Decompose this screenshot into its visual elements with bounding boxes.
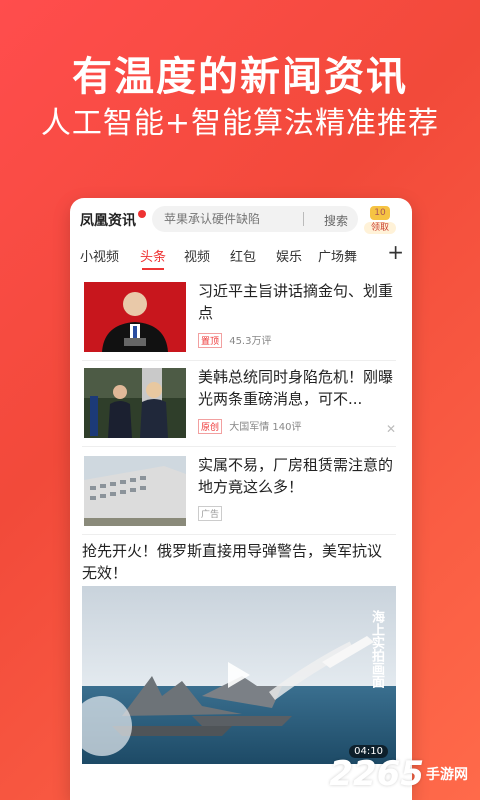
pin-tag: 置顶 <box>198 333 223 348</box>
promo-banner: 有温度的新闻资讯 人工智能+智能算法精准推荐 <box>0 0 480 200</box>
tab-small-video[interactable]: 小视频 <box>80 246 119 265</box>
phone-screen: 凤凰资讯 搜索 10 领取 小视频 头条 视频 红包 娱乐 广场舞 + 习近平主… <box>70 198 412 800</box>
reward-label: 领取 <box>364 222 396 234</box>
comment-count: 140评 <box>272 422 302 433</box>
portrait-photo <box>84 282 186 352</box>
watermark-suffix: 手游网 <box>426 767 468 783</box>
feed-item[interactable]: 美韩总统同时身陷危机！刚曝光两条重磅消息，可不... 原创 大国军情 140评 … <box>82 362 396 446</box>
ad-tag: 广告 <box>198 506 223 521</box>
feed-title: 习近平主旨讲话摘金句、划重点 <box>198 282 394 322</box>
search-divider <box>303 212 304 226</box>
original-tag: 原创 <box>198 419 223 434</box>
add-tab-icon[interactable]: + <box>387 240 404 264</box>
feed-title: 美韩总统同时身陷危机！刚曝光两条重磅消息，可不... <box>198 368 394 408</box>
tab-red-packet[interactable]: 红包 <box>230 246 256 265</box>
promo-headline: 有温度的新闻资讯 <box>72 54 408 100</box>
divider <box>82 360 396 361</box>
feed-meta: 广告 <box>198 506 226 521</box>
feed-meta: 原创 大国军情 140评 <box>198 418 301 434</box>
feed-item[interactable]: 实属不易，厂房租赁需注意的地方竟这么多！ 广告 <box>82 450 396 534</box>
site-watermark: 2265 手游网 <box>329 754 468 794</box>
tab-square-dance[interactable]: 广场舞 <box>318 246 357 265</box>
feed-title: 实属不易，厂房租赁需注意的地方竟这么多！ <box>198 456 394 496</box>
search-button[interactable]: 搜索 <box>324 212 348 229</box>
source-name: 大国军情 <box>229 422 270 433</box>
video-article[interactable]: 抢先开火！俄罗斯直接用导弹警告，美军抗议无效！ <box>82 540 396 584</box>
app-logo: 凤凰资讯 <box>80 210 146 230</box>
watermark-brand: 2265 <box>329 754 424 794</box>
coin-icon: 10 <box>370 206 390 220</box>
category-tabs: 小视频 头条 视频 红包 娱乐 广场舞 + <box>70 240 412 270</box>
search-bar[interactable]: 搜索 <box>152 206 358 232</box>
reward-badge[interactable]: 10 领取 <box>360 202 400 236</box>
app-topbar: 凤凰资讯 搜索 10 领取 <box>70 198 412 240</box>
close-icon[interactable]: ✕ <box>386 422 396 436</box>
divider <box>82 534 396 535</box>
promo-subhead: 人工智能+智能算法精准推荐 <box>40 106 440 141</box>
two-leaders-photo <box>84 368 186 438</box>
video-player[interactable]: 海上实拍画面 04:10 <box>82 586 396 764</box>
video-overlay-text: 海上实拍画面 <box>369 610 384 688</box>
video-article-title: 抢先开火！俄罗斯直接用导弹警告，美军抗议无效！ <box>82 542 383 582</box>
tab-entertainment[interactable]: 娱乐 <box>276 246 302 265</box>
feed-meta: 置顶 45.3万评 <box>198 332 271 348</box>
app-logo-text: 凤凰资讯 <box>80 213 136 229</box>
feed-item[interactable]: 习近平主旨讲话摘金句、划重点 置顶 45.3万评 <box>82 276 396 360</box>
play-icon[interactable] <box>220 658 254 692</box>
logo-dot-icon <box>138 210 146 218</box>
search-input[interactable] <box>162 211 306 227</box>
tab-video[interactable]: 视频 <box>184 246 210 265</box>
building-photo <box>84 456 186 526</box>
divider <box>82 446 396 447</box>
comment-count: 45.3万评 <box>229 336 272 347</box>
tab-headlines[interactable]: 头条 <box>140 246 166 270</box>
